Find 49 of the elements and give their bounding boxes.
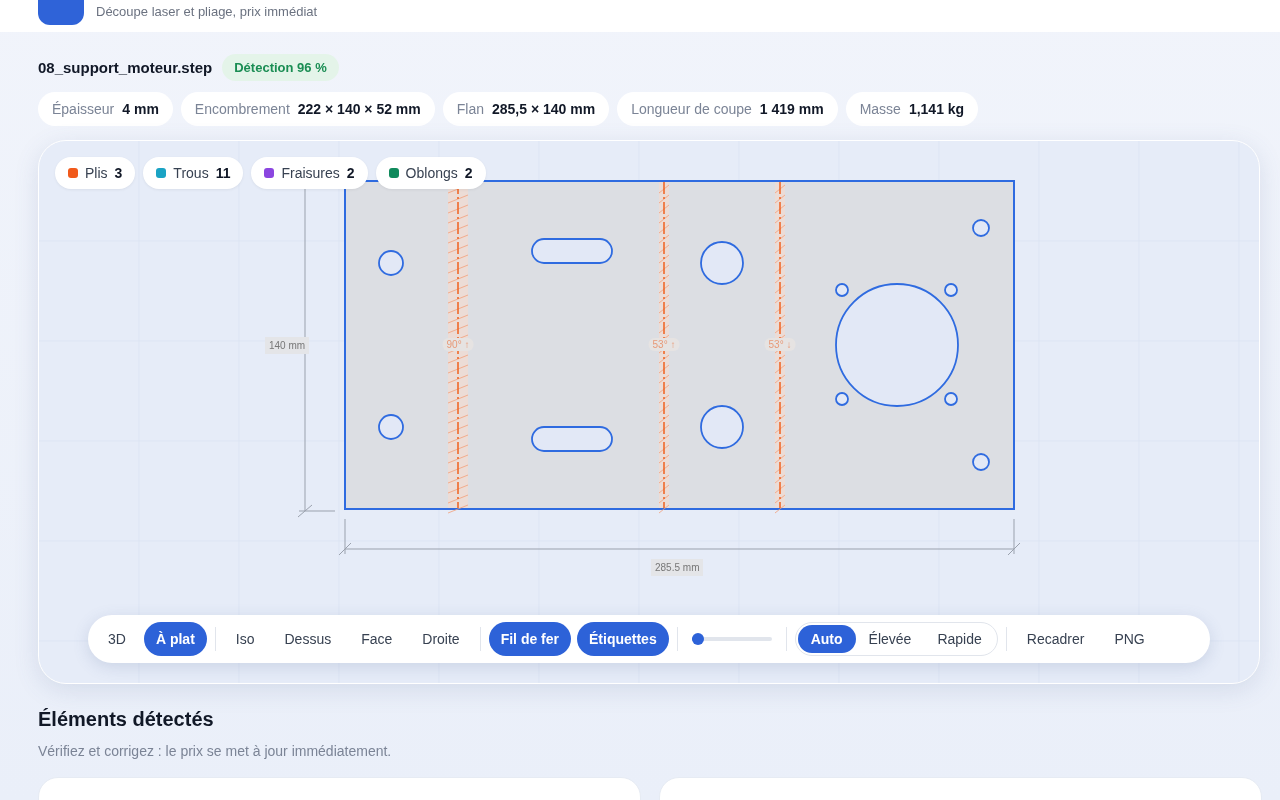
- dimension-label: 285.5 mm: [651, 559, 704, 576]
- spec-label: Épaisseur: [52, 101, 115, 117]
- view-button[interactable]: 3D: [96, 622, 138, 656]
- app-subtitle: Découpe laser et pliage, prix immédiat: [96, 3, 318, 19]
- section-subtitle: Vérifiez et corrigez : le prix se met à jour immédiatement.: [38, 743, 393, 759]
- spec-value: 1,141 kg: [908, 101, 965, 117]
- feature-count: 3: [114, 165, 123, 181]
- feature-chip[interactable]: Trous 11: [143, 157, 244, 189]
- bend-angle-label: 53° ↓: [764, 338, 796, 351]
- bend-angle-label: 53° ↑: [648, 338, 680, 351]
- hole-outline: [972, 453, 990, 471]
- quality-option[interactable]: Auto: [797, 625, 856, 653]
- detection-badge: Détection 96 %: [222, 53, 339, 81]
- feature-chip[interactable]: Plis 3: [55, 157, 136, 189]
- feature-label: Trous: [173, 165, 209, 181]
- view-button[interactable]: Fil de fer: [488, 622, 571, 656]
- view-button[interactable]: PNG: [1102, 622, 1157, 656]
- quality-option[interactable]: Rapide: [924, 625, 995, 653]
- spec-label: Flan: [456, 101, 484, 117]
- view-button[interactable]: Dessus: [272, 622, 344, 656]
- feature-label: Plis: [85, 165, 108, 181]
- spec-value: 1 419 mm: [759, 101, 824, 117]
- view-button[interactable]: Étiquettes: [577, 622, 669, 656]
- feature-count: 2: [346, 165, 355, 181]
- feature-count: 11: [215, 165, 231, 181]
- spec-label: Encombrement: [194, 101, 290, 117]
- view-button[interactable]: Recadrer: [1014, 622, 1097, 656]
- feature-label: Fraisures: [281, 165, 340, 181]
- feature-chip[interactable]: Oblongs 2: [375, 157, 486, 189]
- spec-label: Masse: [859, 101, 901, 117]
- feature-chip[interactable]: Fraisures 2: [251, 157, 368, 189]
- view-button[interactable]: Face: [349, 622, 405, 656]
- bend-angle-label: 90° ↑: [442, 338, 474, 351]
- view-button[interactable]: À plat: [143, 622, 207, 656]
- spec-label: Longueur de coupe: [631, 101, 752, 117]
- hole-outline: [700, 405, 744, 449]
- hole-outline: [700, 241, 744, 285]
- hole-outline: [972, 219, 990, 237]
- spec-value: 285,5 × 140 mm: [492, 101, 596, 117]
- section-title: Éléments détectés: [38, 708, 215, 731]
- feature-count: 2: [464, 165, 473, 181]
- file-name: 08_support_moteur.step: [38, 58, 213, 76]
- spec-value: 4 mm: [122, 101, 159, 117]
- dimension-label: 140 mm: [265, 337, 310, 354]
- view-button[interactable]: Iso: [223, 622, 267, 656]
- feature-label: Oblongs: [405, 165, 458, 181]
- view-button[interactable]: Droite: [410, 622, 472, 656]
- spec-value: 222 × 140 × 52 mm: [297, 101, 421, 117]
- quality-option[interactable]: Élevée: [855, 625, 925, 653]
